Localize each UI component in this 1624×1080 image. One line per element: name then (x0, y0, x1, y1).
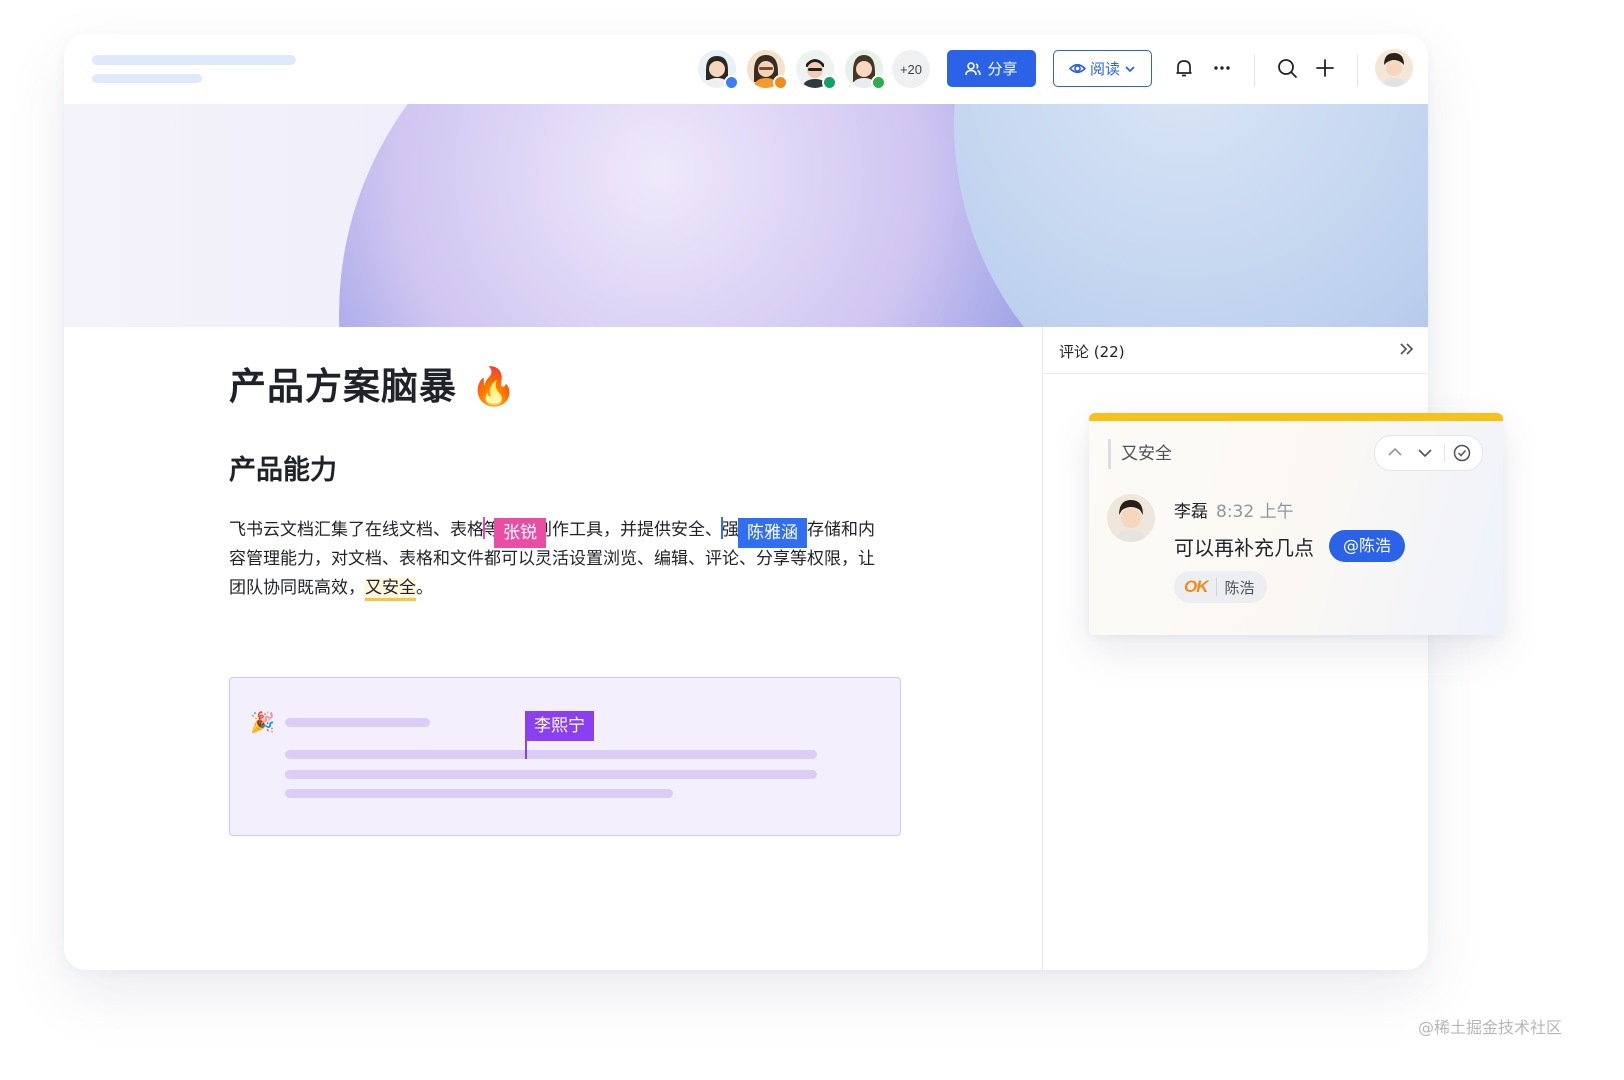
commenter-avatar[interactable] (1107, 494, 1155, 542)
paragraph-line-3: 团队协同既高效，又安全。 (229, 574, 909, 603)
comment-card[interactable]: 又安全 李磊 8:32 上午 可以再补充几点 @陈浩 OK 陈浩 (1089, 413, 1503, 635)
comments-title: 评论 (22) (1059, 343, 1125, 361)
nav-divider (1444, 444, 1445, 462)
status-dot (871, 75, 886, 90)
collapse-panel-icon[interactable] (1399, 341, 1415, 361)
text-run: 。 (416, 578, 433, 598)
ok-reaction-icon: OK (1184, 577, 1208, 596)
title-text: 产品方案脑暴 (229, 365, 457, 408)
text-run: 飞书云文档汇集了在线文档、表格 (229, 520, 484, 540)
toolbar-divider (1357, 54, 1358, 86)
share-label: 分享 (987, 60, 1018, 78)
share-button[interactable]: 分享 (947, 50, 1036, 87)
commented-highlight[interactable]: 又安全 (365, 578, 416, 601)
top-bar: +20 分享 阅读 (64, 34, 1428, 104)
more-collaborators-badge[interactable]: +20 (892, 50, 930, 88)
section-heading: 产品能力 (229, 455, 337, 486)
cursor-flag-chenyahan: 陈雅涵 (738, 518, 807, 548)
callout-text-placeholder (285, 770, 817, 779)
eye-icon (1068, 63, 1086, 74)
read-label: 阅读 (1089, 60, 1120, 78)
status-dot (724, 75, 739, 90)
doc-name-placeholder (92, 74, 202, 83)
paragraph-line-2: 容管理能力，对文档、表格和文件都可以灵活设置浏览、编辑、评论、分享等权限，让 (229, 549, 875, 569)
comment-card-accent (1089, 413, 1503, 421)
callout-text-placeholder (285, 789, 673, 798)
callout-block[interactable]: 🎉 (229, 677, 901, 836)
reaction-user: 陈浩 (1224, 578, 1255, 597)
watermark: @稀土掘金技术社区 (1417, 1018, 1562, 1037)
comment-nav-controls (1374, 435, 1483, 471)
toolbar-divider (1254, 54, 1255, 86)
status-dot (822, 75, 837, 90)
reaction-divider (1215, 578, 1217, 596)
quoted-text: 又安全 (1108, 439, 1172, 469)
reaction-chip[interactable]: OK 陈浩 (1174, 571, 1267, 603)
comment-text: 可以再补充几点 (1174, 536, 1314, 560)
paragraph-line-1: 飞书云文档汇集了在线文档、表格等在线创作工具，并提供安全、强大的云端存储和内 (229, 516, 909, 545)
breadcrumb-placeholder (92, 55, 296, 65)
cursor-lixining (525, 739, 527, 759)
text-run: 团队协同既高效， (229, 578, 365, 598)
chevron-down-icon (1125, 65, 1135, 72)
chevron-up-icon[interactable] (1387, 444, 1403, 464)
search-icon[interactable] (1275, 56, 1299, 80)
resolve-check-icon[interactable] (1453, 444, 1471, 466)
mention-chip[interactable]: @陈浩 (1329, 530, 1406, 562)
users-icon (965, 61, 982, 75)
callout-title-placeholder (285, 718, 430, 727)
page-title: 产品方案脑暴 🔥 (229, 356, 518, 410)
callout-text-placeholder (285, 750, 817, 759)
cursor-flag-zhangrui: 张锐 (494, 518, 546, 548)
read-mode-dropdown[interactable]: 阅读 (1053, 50, 1152, 87)
party-popper-icon: 🎉 (250, 710, 275, 734)
cursor-flag-lixining: 李熙宁 (525, 711, 594, 741)
plus-icon[interactable] (1313, 56, 1337, 80)
chevron-down-icon[interactable] (1417, 445, 1433, 465)
fire-icon: 🔥 (470, 365, 518, 408)
cover-banner (64, 104, 1428, 327)
bell-icon[interactable] (1172, 56, 1196, 80)
comment-time: 8:32 上午 (1216, 502, 1294, 522)
more-icon[interactable] (1210, 56, 1234, 80)
comments-panel-header: 评论 (22) (1043, 327, 1428, 374)
status-dot (773, 75, 788, 90)
document-paragraph[interactable]: 飞书云文档汇集了在线文档、表格等在线创作工具，并提供安全、强大的云端存储和内 容… (229, 516, 909, 603)
comment-author: 李磊 (1174, 502, 1208, 522)
user-avatar[interactable] (1375, 49, 1413, 87)
